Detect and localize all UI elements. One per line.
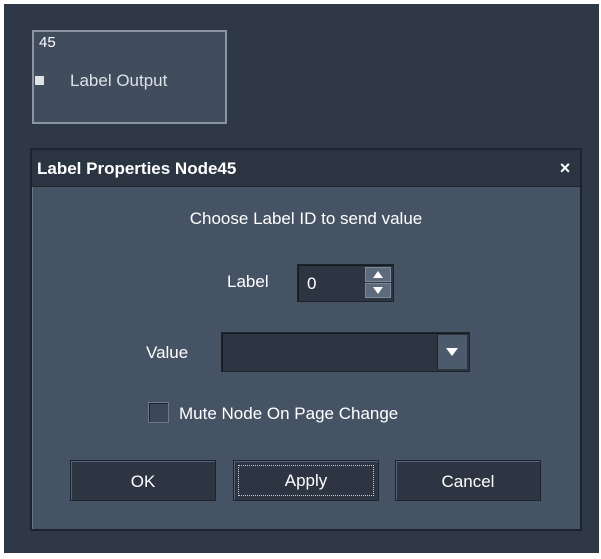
arrow-up-icon[interactable] xyxy=(365,267,391,282)
value-caption: Value xyxy=(146,343,189,362)
label-id-stepper[interactable]: 0 xyxy=(297,264,394,302)
close-icon[interactable]: × xyxy=(556,159,574,177)
chevron-down-icon[interactable] xyxy=(437,335,467,369)
node-label: Label Output xyxy=(70,71,168,90)
mute-node-label[interactable]: Mute Node On Page Change xyxy=(179,404,398,424)
dialog-title: Label Properties Node45 xyxy=(37,159,237,178)
instruction-text: Choose Label ID to send value xyxy=(189,209,423,228)
node-input-port[interactable] xyxy=(35,76,44,85)
label-id-value[interactable]: 0 xyxy=(307,274,316,294)
apply-button-label: Apply xyxy=(284,471,328,490)
apply-button[interactable]: Apply xyxy=(233,460,379,501)
label-properties-dialog: Label Properties Node45 × Choose Label I… xyxy=(30,148,582,531)
value-dropdown[interactable] xyxy=(221,332,470,372)
arrow-down-icon[interactable] xyxy=(365,283,391,298)
cancel-button[interactable]: Cancel xyxy=(395,460,541,501)
mute-node-checkbox[interactable] xyxy=(148,402,169,423)
node-id: 45 xyxy=(39,34,56,51)
label-id-caption: Label xyxy=(227,272,269,291)
dialog-title-bar[interactable]: Label Properties Node45 × xyxy=(32,150,580,187)
ok-button[interactable]: OK xyxy=(70,460,216,501)
label-output-node[interactable]: 45 Label Output xyxy=(32,30,227,124)
